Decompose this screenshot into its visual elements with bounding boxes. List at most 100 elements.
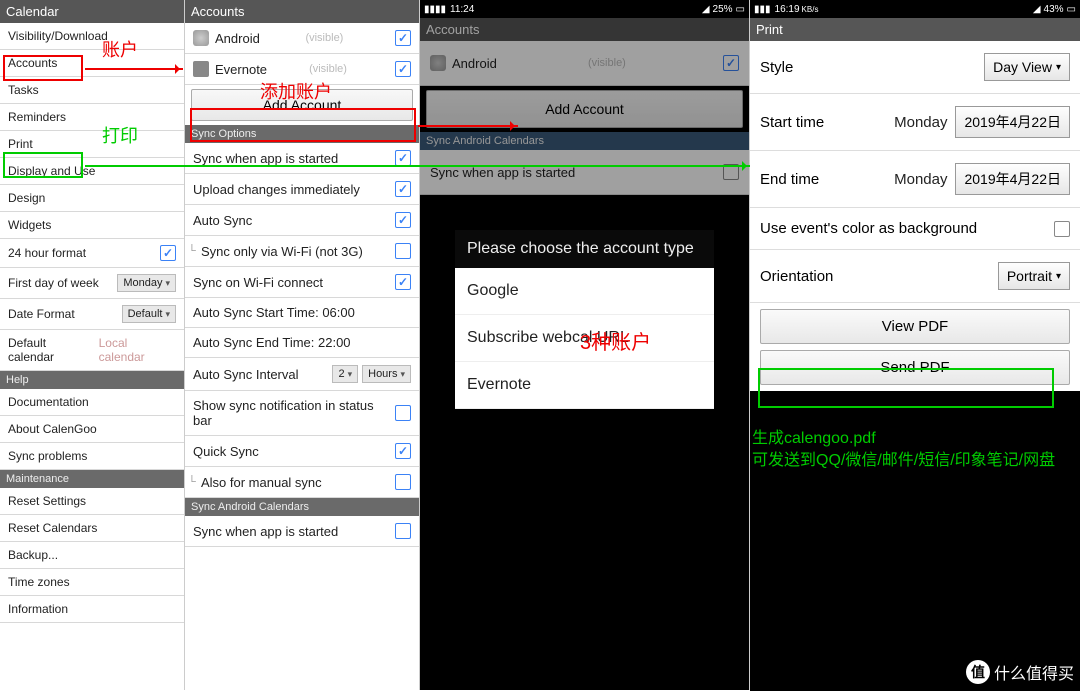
opt-label: Auto Sync bbox=[193, 213, 252, 228]
btn-end-date[interactable]: 2019年4月22日 bbox=[955, 163, 1070, 195]
check-icon[interactable] bbox=[395, 274, 411, 290]
check-icon[interactable] bbox=[395, 212, 411, 228]
sb-time: 11:24 bbox=[450, 4, 474, 15]
dialog-item-evernote[interactable]: Evernote bbox=[455, 362, 714, 409]
opt-label: Auto Sync Interval bbox=[193, 367, 299, 382]
add-account-button[interactable]: Add Account bbox=[191, 89, 413, 121]
sel-dfmt[interactable]: Default bbox=[122, 305, 176, 323]
row-fdow[interactable]: First day of weekMonday bbox=[0, 268, 184, 299]
item-visibility[interactable]: Visibility/Download bbox=[0, 23, 184, 50]
row-bg[interactable]: Use event's color as background bbox=[750, 208, 1080, 250]
dialog-dim[interactable] bbox=[420, 18, 749, 195]
item-reminders[interactable]: Reminders bbox=[0, 104, 184, 131]
row-dfmt[interactable]: Date Format Default bbox=[0, 299, 184, 330]
item-display[interactable]: Display and Use bbox=[0, 158, 184, 185]
opt-upload[interactable]: Upload changes immediately bbox=[185, 174, 419, 205]
opt-wifi-connect[interactable]: Sync on Wi-Fi connect bbox=[185, 267, 419, 298]
wifi-icon: ◢ bbox=[1033, 4, 1041, 15]
item-accounts[interactable]: Accounts bbox=[0, 50, 184, 77]
watermark-icon: 值 bbox=[966, 660, 990, 684]
item-design[interactable]: Design bbox=[0, 185, 184, 212]
dialog-item-webcal[interactable]: Subscribe webcal URL bbox=[455, 315, 714, 362]
visible-text: (visible) bbox=[309, 63, 347, 75]
label-dfmt: Date Format bbox=[8, 307, 75, 321]
item-doc[interactable]: Documentation bbox=[0, 389, 184, 416]
opt-end-time[interactable]: Auto Sync End Time: 22:00 bbox=[185, 328, 419, 358]
sb-kbs: KB/s bbox=[802, 5, 819, 14]
sel-interval-u[interactable]: Hours bbox=[362, 365, 411, 383]
row-start: Start timeMonday2019年4月22日 bbox=[750, 94, 1080, 151]
send-pdf-button[interactable]: Send PDF bbox=[760, 350, 1070, 385]
sb-time: 16:19 bbox=[775, 4, 800, 15]
row-dcal[interactable]: Default calendarLocal calendar bbox=[0, 330, 184, 371]
item-reset-cal[interactable]: Reset Calendars bbox=[0, 515, 184, 542]
sb-nav-icon: ▮▮▮ bbox=[754, 4, 771, 15]
cal-hdr: Calendar bbox=[0, 0, 184, 23]
val-dcal: Local calendar bbox=[99, 336, 176, 364]
opt-label: Sync on Wi-Fi connect bbox=[193, 275, 323, 290]
acc-android-label: Android bbox=[215, 31, 260, 46]
check-icon[interactable] bbox=[395, 523, 411, 539]
opt-start-time[interactable]: Auto Sync Start Time: 06:00 bbox=[185, 298, 419, 328]
check-icon[interactable] bbox=[395, 405, 411, 421]
sb-nav-icon: ▮▮▮▮ bbox=[424, 4, 446, 15]
check-icon[interactable] bbox=[395, 443, 411, 459]
opt-wifi-only[interactable]: Sync only via Wi-Fi (not 3G) bbox=[185, 236, 419, 267]
visible-text: (visible) bbox=[305, 32, 343, 44]
watermark: 值什么值得买 bbox=[966, 660, 1074, 684]
item-print[interactable]: Print bbox=[0, 131, 184, 158]
check-icon[interactable] bbox=[395, 474, 411, 490]
account-type-dialog: Please choose the account type Google Su… bbox=[455, 230, 714, 409]
check-icon[interactable] bbox=[1054, 221, 1070, 237]
label-24h: 24 hour format bbox=[8, 246, 86, 260]
opt-label: Sync only via Wi-Fi (not 3G) bbox=[201, 244, 363, 259]
check-icon[interactable] bbox=[395, 243, 411, 259]
val-stday: Monday bbox=[894, 114, 947, 131]
item-about[interactable]: About CalenGoo bbox=[0, 416, 184, 443]
opt-sac-start[interactable]: Sync when app is started bbox=[185, 516, 419, 547]
check-icon[interactable] bbox=[395, 30, 411, 46]
view-pdf-button[interactable]: View PDF bbox=[760, 309, 1070, 344]
item-widgets[interactable]: Widgets bbox=[0, 212, 184, 239]
label-bg: Use event's color as background bbox=[760, 220, 977, 237]
sel-style[interactable]: Day View bbox=[984, 53, 1070, 81]
acc-evernote[interactable]: Evernote(visible) bbox=[185, 54, 419, 85]
label-end: End time bbox=[760, 171, 819, 188]
status-bar4: ▮▮▮16:19KB/s◢43%▭ bbox=[750, 0, 1080, 18]
opt-notif[interactable]: Show sync notification in status bar bbox=[185, 391, 419, 436]
opt-quicksync[interactable]: Quick Sync bbox=[185, 436, 419, 467]
item-info[interactable]: Information bbox=[0, 596, 184, 623]
opt-label: Sync when app is started bbox=[193, 151, 338, 166]
sel-fdow[interactable]: Monday bbox=[117, 274, 176, 292]
check-icon[interactable] bbox=[395, 181, 411, 197]
item-tz[interactable]: Time zones bbox=[0, 569, 184, 596]
label-style: Style bbox=[760, 59, 793, 76]
check-icon[interactable] bbox=[160, 245, 176, 261]
row-end: End timeMonday2019年4月22日 bbox=[750, 151, 1080, 208]
status-bar: ▮▮▮▮11:24◢25%▭ bbox=[420, 0, 749, 18]
btn-start-date[interactable]: 2019年4月22日 bbox=[955, 106, 1070, 138]
label-dcal: Default calendar bbox=[8, 336, 95, 364]
opt-label: Sync when app is started bbox=[193, 524, 338, 539]
item-syncprob[interactable]: Sync problems bbox=[0, 443, 184, 470]
check-icon[interactable] bbox=[395, 61, 411, 77]
item-backup[interactable]: Backup... bbox=[0, 542, 184, 569]
dialog-item-google[interactable]: Google bbox=[455, 268, 714, 315]
item-reset-settings[interactable]: Reset Settings bbox=[0, 488, 184, 515]
check-icon[interactable] bbox=[395, 150, 411, 166]
maint-hdr: Maintenance bbox=[0, 470, 184, 488]
opt-sync-start[interactable]: Sync when app is started bbox=[185, 143, 419, 174]
sel-orient[interactable]: Portrait bbox=[998, 262, 1070, 290]
item-tasks[interactable]: Tasks bbox=[0, 77, 184, 104]
opt-autosync[interactable]: Auto Sync bbox=[185, 205, 419, 236]
sel-interval-n[interactable]: 2 bbox=[332, 365, 358, 383]
sac-hdr: Sync Android Calendars bbox=[185, 498, 419, 516]
row-24h[interactable]: 24 hour format bbox=[0, 239, 184, 268]
opt-interval[interactable]: Auto Sync Interval 2Hours bbox=[185, 358, 419, 391]
acc-android[interactable]: Android (visible) bbox=[185, 23, 419, 54]
watermark-text: 什么值得买 bbox=[994, 660, 1074, 684]
opt-manual[interactable]: Also for manual sync bbox=[185, 467, 419, 498]
black-area bbox=[750, 391, 1080, 691]
row-style: Style Day View bbox=[750, 41, 1080, 94]
evernote-icon bbox=[193, 61, 209, 77]
